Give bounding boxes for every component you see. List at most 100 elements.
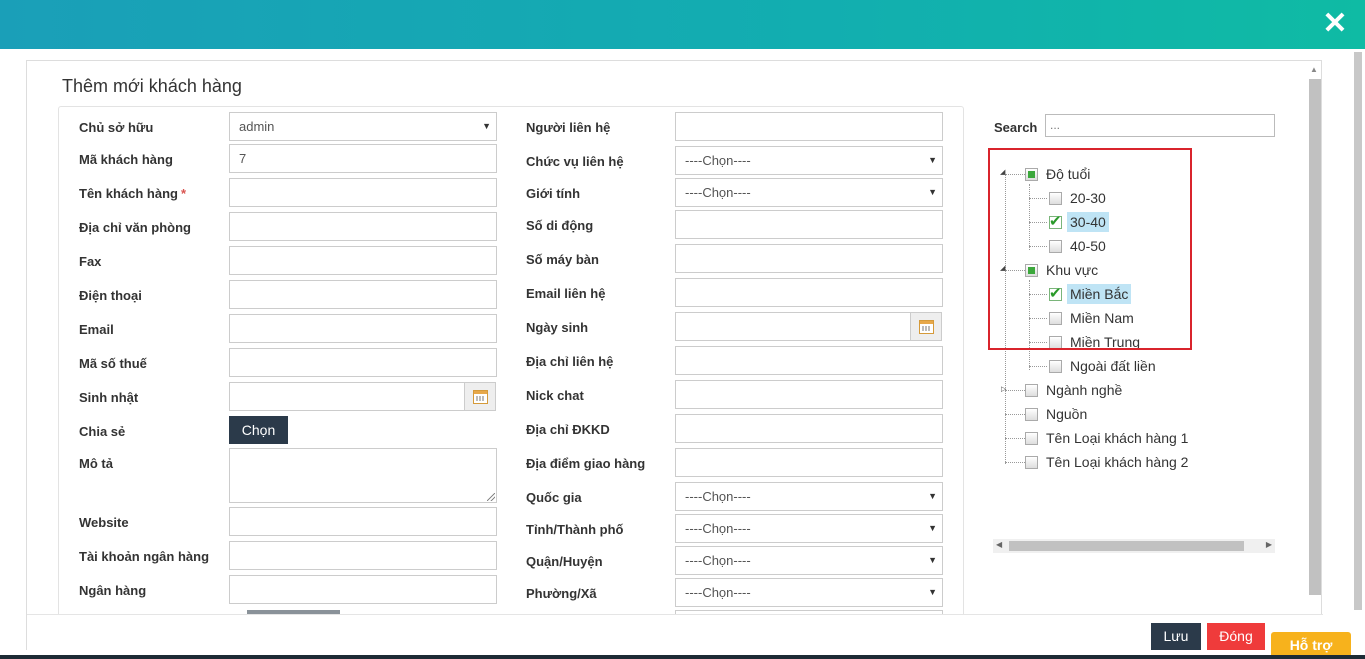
owner-label: Chủ sở hữu (79, 120, 154, 135)
scroll-up-icon[interactable]: ▲ (1310, 65, 1318, 74)
email-label: Email (79, 322, 114, 337)
tree-node-label: Tên Loại khách hàng 2 (1046, 454, 1189, 470)
mobile-input[interactable] (675, 210, 943, 239)
close-button[interactable]: Đóng (1207, 623, 1265, 650)
add-customer-dialog: Thêm mới khách hàng ▲ Chủ sở hữu admin ▼… (26, 60, 1323, 651)
save-button[interactable]: Lưu (1151, 623, 1201, 650)
biz-address-label: Địa chỉ ĐKKD (526, 422, 610, 437)
contact-email-label: Email liên hệ (526, 286, 606, 301)
bank-account-label: Tài khoản ngân hàng (79, 549, 210, 564)
contact-address-input[interactable] (675, 346, 943, 375)
chevron-down-icon: ▼ (928, 523, 937, 533)
search-placeholder: ... (1050, 118, 1061, 132)
customer-code-label: Mã khách hàng (79, 152, 173, 167)
bank-account-input[interactable] (229, 541, 497, 570)
country-value: ----Chọn---- (685, 489, 751, 504)
website-input[interactable] (229, 507, 497, 536)
tree-line (1005, 390, 1025, 391)
birthday-input[interactable] (229, 382, 465, 411)
tax-code-input[interactable] (229, 348, 497, 377)
expand-icon[interactable]: ▷ (1001, 385, 1006, 393)
website-label: Website (79, 515, 129, 530)
tree-line (1029, 366, 1047, 367)
customer-code-input[interactable]: 7 (229, 144, 497, 173)
bank-label: Ngân hàng (79, 583, 147, 598)
office-address-label: Địa chỉ văn phòng (79, 220, 191, 235)
checkbox-icon[interactable] (1025, 456, 1038, 469)
owner-select[interactable]: admin ▼ (229, 112, 497, 141)
fax-label: Fax (79, 254, 102, 269)
phone-input[interactable] (229, 280, 497, 309)
birthday-label: Sinh nhật (79, 390, 139, 405)
tree-line (1005, 438, 1025, 439)
tree-scrollbar-thumb[interactable] (1009, 541, 1244, 551)
delivery-place-input[interactable] (675, 448, 943, 477)
description-textarea[interactable] (229, 448, 497, 503)
customer-name-text: Tên khách hàng (79, 186, 178, 201)
choose-share-button[interactable]: Chọn (229, 416, 288, 444)
bank-input[interactable] (229, 575, 497, 604)
scroll-right-icon[interactable]: ▶ (1266, 540, 1272, 549)
gender-select[interactable]: ----Chọn---- ▼ (675, 178, 943, 207)
description-label: Mô tả (79, 456, 113, 471)
contact-position-label: Chức vụ liên hệ (526, 154, 624, 169)
dob-input[interactable] (675, 312, 911, 341)
checkbox-icon[interactable] (1049, 360, 1062, 373)
tree-search-input[interactable]: ... (1045, 114, 1275, 137)
dob-calendar-button[interactable] (910, 312, 942, 341)
customer-code-value: 7 (239, 151, 247, 166)
resize-grip-icon[interactable] (487, 493, 495, 501)
scroll-left-icon[interactable]: ◀ (996, 540, 1002, 549)
checkbox-icon[interactable] (1025, 408, 1038, 421)
district-select[interactable]: ----Chọn---- ▼ (675, 546, 943, 575)
customer-name-input[interactable] (229, 178, 497, 207)
country-select[interactable]: ----Chọn---- ▼ (675, 482, 943, 511)
ward-select[interactable]: ----Chọn---- ▼ (675, 578, 943, 607)
contact-email-input[interactable] (675, 278, 943, 307)
required-mark: * (180, 186, 187, 201)
country-label: Quốc gia (526, 490, 582, 505)
customer-form: Chủ sở hữu admin ▼ Mã khách hàng 7 Tên k… (58, 106, 964, 626)
desk-phone-input[interactable] (675, 244, 943, 273)
tree-node-label: Tên Loại khách hàng 1 (1046, 430, 1189, 446)
dialog-scrollbar-thumb[interactable] (1309, 79, 1321, 595)
tree-node-label: Nguồn (1046, 406, 1088, 422)
page-scrollbar-thumb[interactable] (1354, 52, 1362, 610)
ward-label: Phường/Xã (526, 586, 597, 601)
chevron-down-icon: ▼ (928, 187, 937, 197)
province-select[interactable]: ----Chọn---- ▼ (675, 514, 943, 543)
checkbox-icon[interactable] (1025, 384, 1038, 397)
page-scrollbar[interactable] (1352, 52, 1364, 612)
contact-position-select[interactable]: ----Chọn---- ▼ (675, 146, 943, 175)
nickchat-label: Nick chat (526, 388, 584, 403)
fax-input[interactable] (229, 246, 497, 275)
checkbox-icon[interactable] (1025, 432, 1038, 445)
phone-label: Điện thoại (79, 288, 142, 303)
gender-value: ----Chọn---- (685, 185, 751, 200)
nickchat-input[interactable] (675, 380, 943, 409)
delivery-place-label: Địa điểm giao hàng (526, 456, 646, 471)
email-input[interactable] (229, 314, 497, 343)
district-value: ----Chọn---- (685, 553, 751, 568)
tree-line (1005, 414, 1025, 415)
birthday-calendar-button[interactable] (464, 382, 496, 411)
dialog-scrollbar[interactable]: ▲ (1307, 65, 1321, 605)
chevron-down-icon: ▼ (928, 491, 937, 501)
biz-address-input[interactable] (675, 414, 943, 443)
chevron-down-icon: ▼ (928, 155, 937, 165)
bottom-bar (0, 655, 1365, 659)
province-label: Tỉnh/Thành phố (526, 522, 624, 537)
owner-value: admin (239, 119, 275, 134)
contact-position-value: ----Chọn---- (685, 153, 751, 168)
calendar-icon (473, 390, 488, 404)
dialog-title: Thêm mới khách hàng (62, 76, 242, 96)
contact-person-input[interactable] (675, 112, 943, 141)
province-value: ----Chọn---- (685, 521, 751, 536)
mobile-label: Số di động (526, 218, 594, 233)
close-icon[interactable]: ✕ (1315, 4, 1355, 44)
tree-line (1005, 462, 1025, 463)
office-address-input[interactable] (229, 212, 497, 241)
tree-node-label: Ngoài đất liền (1070, 358, 1156, 374)
contact-person-label: Người liên hệ (526, 120, 611, 135)
tree-horizontal-scrollbar[interactable]: ◀ ▶ (993, 539, 1275, 553)
